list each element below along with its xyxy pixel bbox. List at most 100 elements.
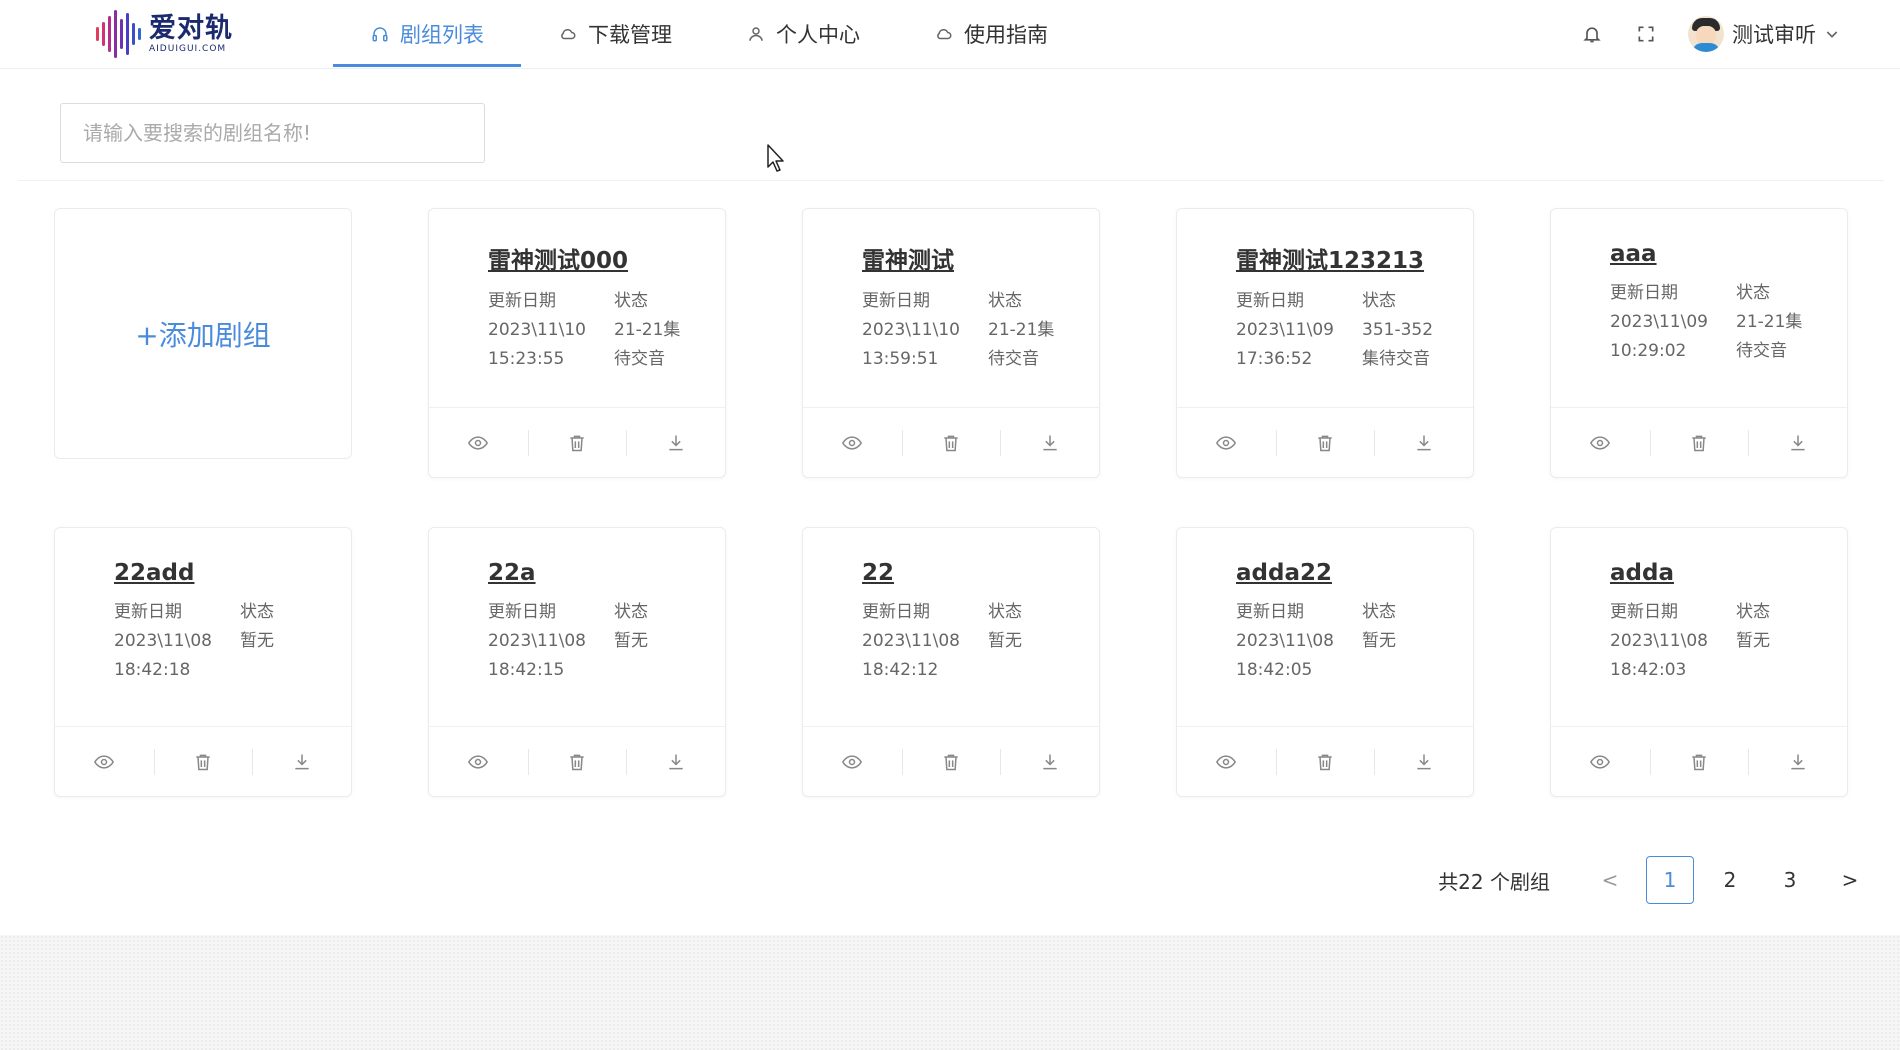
next-page-button[interactable]: > [1826,856,1874,904]
page-1-button[interactable]: 1 [1646,856,1694,904]
view-button[interactable] [1177,727,1276,796]
trash-icon [1318,754,1332,770]
prev-page-button[interactable]: < [1586,856,1634,904]
update-date: 2023\11\08 [1610,631,1708,651]
status-value-2 [988,658,1118,682]
add-crew-button[interactable]: +添加剧组 [54,208,352,459]
user-name: 测试审听 [1732,22,1816,47]
tab-crew-list[interactable]: 剧组列表 [333,0,521,67]
pagination-total: 共22 个剧组 [1438,869,1550,894]
logo[interactable]: 爱对轨 AIDUIGUI.COM [96,6,233,62]
search-input[interactable] [60,103,485,163]
status-label: 状态 [614,602,648,622]
crew-title[interactable]: 雷神测试000 [488,241,628,275]
delete-button[interactable] [1275,408,1375,477]
view-button[interactable] [429,727,528,796]
status-value-2: 待交音 [1736,341,1787,361]
status-label: 状态 [1362,291,1396,311]
crew-title[interactable]: adda [1610,560,1674,586]
delete-button[interactable] [901,408,1001,477]
delete-button[interactable] [1649,408,1749,477]
status-value: 暂无 [1736,631,1770,651]
header-actions: 测试审听 [1580,0,1840,67]
update-time: 18:42:03 [1610,660,1687,680]
download-button[interactable] [1374,408,1473,477]
download-button[interactable] [626,727,725,796]
update-date: 2023\11\08 [488,631,586,651]
page-3-button[interactable]: 3 [1766,856,1814,904]
update-date: 2023\11\08 [862,631,960,651]
view-button[interactable] [55,727,154,796]
trash-icon [944,754,958,770]
update-date: 2023\11\09 [1236,320,1334,340]
crew-card: 22a 更新日期 状态 2023\11\08 暂无 18:42:15 [428,527,726,797]
crew-title[interactable]: 22add [114,560,194,586]
status-label: 状态 [988,602,1022,622]
status-value: 21-21集 [988,320,1055,340]
download-button[interactable] [1000,727,1099,796]
trash-icon [196,754,210,770]
status-value: 351-352 [1362,320,1434,340]
delete-button[interactable] [153,727,253,796]
page-2-button[interactable]: 2 [1706,856,1754,904]
download-button[interactable] [1374,727,1473,796]
fullscreen-icon[interactable] [1634,22,1658,46]
tab-personal-center[interactable]: 个人中心 [709,0,897,67]
chevron-down-icon [1824,26,1840,42]
crew-title[interactable]: aaa [1610,241,1657,267]
update-time: 10:29:02 [1610,341,1687,361]
crew-card: 雷神测试000 更新日期 状态 2023\11\10 21-21集 15:23:… [428,208,726,478]
download-button[interactable] [252,727,351,796]
tab-user-guide[interactable]: 使用指南 [897,0,1085,67]
user-menu[interactable]: 测试审听 [1688,15,1840,52]
status-label: 状态 [1362,602,1396,622]
download-button[interactable] [1748,727,1847,796]
download-button[interactable] [626,408,725,477]
trash-icon [944,435,958,451]
download-icon [669,754,683,769]
delete-button[interactable] [527,727,627,796]
crew-title[interactable]: adda22 [1236,560,1332,586]
date-label: 更新日期 [1610,283,1678,303]
eye-icon [1590,754,1611,769]
view-button[interactable] [803,408,902,477]
eye-icon [842,435,863,450]
logo-domain: AIDUIGUI.COM [149,43,227,54]
user-icon [746,24,766,44]
date-label: 更新日期 [488,291,556,311]
crew-title[interactable]: 雷神测试 [862,241,954,275]
download-button[interactable] [1000,408,1099,477]
update-date: 2023\11\10 [488,320,586,340]
crew-card: adda22 更新日期 状态 2023\11\08 暂无 18:42:05 [1176,527,1474,797]
download-button[interactable] [1748,408,1847,477]
delete-button[interactable] [901,727,1001,796]
view-button[interactable] [429,408,528,477]
crew-card: 雷神测试 更新日期 状态 2023\11\10 21-21集 13:59:51 … [802,208,1100,478]
crew-title[interactable]: 22a [488,560,536,586]
update-time: 15:23:55 [488,349,565,369]
tab-download-manage[interactable]: 下载管理 [521,0,709,67]
status-value-2: 待交音 [988,349,1039,369]
crew-card: 22 更新日期 状态 2023\11\08 暂无 18:42:12 [802,527,1100,797]
download-icon [1043,754,1057,769]
view-button[interactable] [1177,408,1276,477]
divider [18,180,1884,181]
date-label: 更新日期 [1610,602,1678,622]
view-button[interactable] [803,727,902,796]
view-button[interactable] [1551,727,1650,796]
view-button[interactable] [1551,408,1650,477]
update-date: 2023\11\08 [114,631,212,651]
crew-title[interactable]: 雷神测试123213 [1236,241,1424,275]
update-time: 18:42:18 [114,660,191,680]
delete-button[interactable] [1275,727,1375,796]
delete-button[interactable] [1649,727,1749,796]
update-date: 2023\11\09 [1610,312,1708,332]
bell-icon[interactable] [1580,22,1604,46]
status-value: 暂无 [240,631,274,651]
crew-title[interactable]: 22 [862,560,894,586]
delete-button[interactable] [527,408,627,477]
eye-icon [1590,435,1611,450]
eye-icon [468,435,489,450]
status-value-2 [614,658,744,682]
tab-user-guide-label: 使用指南 [964,22,1048,47]
